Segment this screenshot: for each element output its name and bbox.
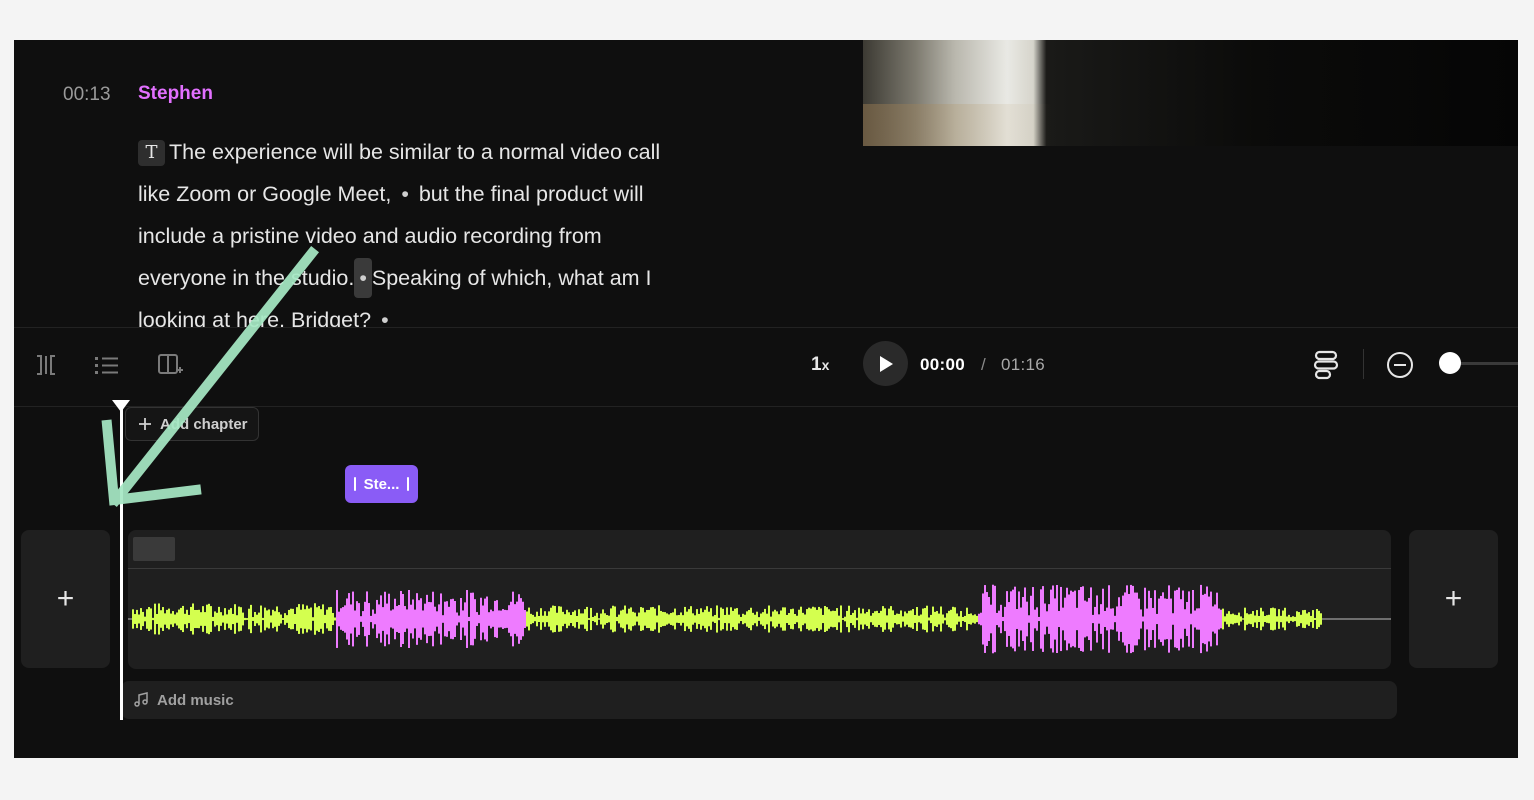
pause-dot[interactable]: • <box>377 308 393 327</box>
transcript-timestamp[interactable]: 00:13 <box>63 84 111 106</box>
add-clip-after-button[interactable]: + <box>1409 530 1498 668</box>
plus-icon <box>139 418 151 430</box>
zoom-slider-track[interactable] <box>1451 362 1518 365</box>
transcript-line: but the final product will <box>418 182 644 206</box>
playhead[interactable] <box>120 404 123 720</box>
add-music-label: Add music <box>157 691 234 709</box>
text-type-icon: T <box>138 140 165 166</box>
speaker-name[interactable]: Stephen <box>138 83 213 105</box>
player-toolbar: 1x 00:00 / 01:16 <box>14 327 1518 407</box>
pause-dot[interactable]: • <box>397 182 413 206</box>
transcript-line: looking at here, Bridget? <box>138 308 372 327</box>
total-time: 01:16 <box>1001 355 1046 374</box>
editor-app: 00:13 Stephen T The experience will be si… <box>14 40 1518 758</box>
transcript-line: The experience will be similar to a norm… <box>169 140 661 164</box>
playback-speed[interactable]: 1x <box>811 354 829 376</box>
current-time: 00:00 <box>920 355 965 374</box>
play-button[interactable] <box>863 341 908 386</box>
music-icon <box>134 692 148 707</box>
video-preview[interactable] <box>863 40 1518 146</box>
captions-icon[interactable] <box>1311 350 1341 380</box>
waveform <box>128 584 1391 654</box>
play-icon <box>879 355 893 372</box>
list-icon[interactable] <box>92 350 122 380</box>
transcript-line: like Zoom or Google Meet, <box>138 182 392 206</box>
zoom-out-icon[interactable] <box>1385 350 1415 380</box>
plus-icon: + <box>1444 582 1463 615</box>
audio-track[interactable] <box>128 530 1391 669</box>
split-icon[interactable] <box>31 350 61 380</box>
add-chapter-label: Add chapter <box>160 415 248 433</box>
add-music-track[interactable]: Add music <box>121 681 1397 719</box>
transcript-line: include a pristine video and audio recor… <box>138 224 602 248</box>
add-layout-icon[interactable] <box>155 350 185 380</box>
zoom-slider-handle[interactable] <box>1439 352 1461 374</box>
transcript-text[interactable]: T The experience will be similar to a nor… <box>138 131 778 327</box>
speaker-clip[interactable]: Ste... <box>345 465 418 503</box>
plus-icon: + <box>56 582 75 615</box>
pause-dot-selected[interactable]: • <box>354 258 372 298</box>
toolbar-divider <box>1363 349 1364 379</box>
clip-handle-right[interactable] <box>407 477 410 491</box>
add-chapter-button[interactable]: Add chapter <box>125 407 259 441</box>
clip-handle-left[interactable] <box>353 477 356 491</box>
speaker-clip-label: Ste... <box>363 475 400 493</box>
add-clip-before-button[interactable]: + <box>21 530 110 668</box>
time-separator: / <box>981 355 986 374</box>
transcript-line: Speaking of which, what am I <box>371 266 652 290</box>
transcript-line: everyone in the studio. <box>138 266 355 290</box>
